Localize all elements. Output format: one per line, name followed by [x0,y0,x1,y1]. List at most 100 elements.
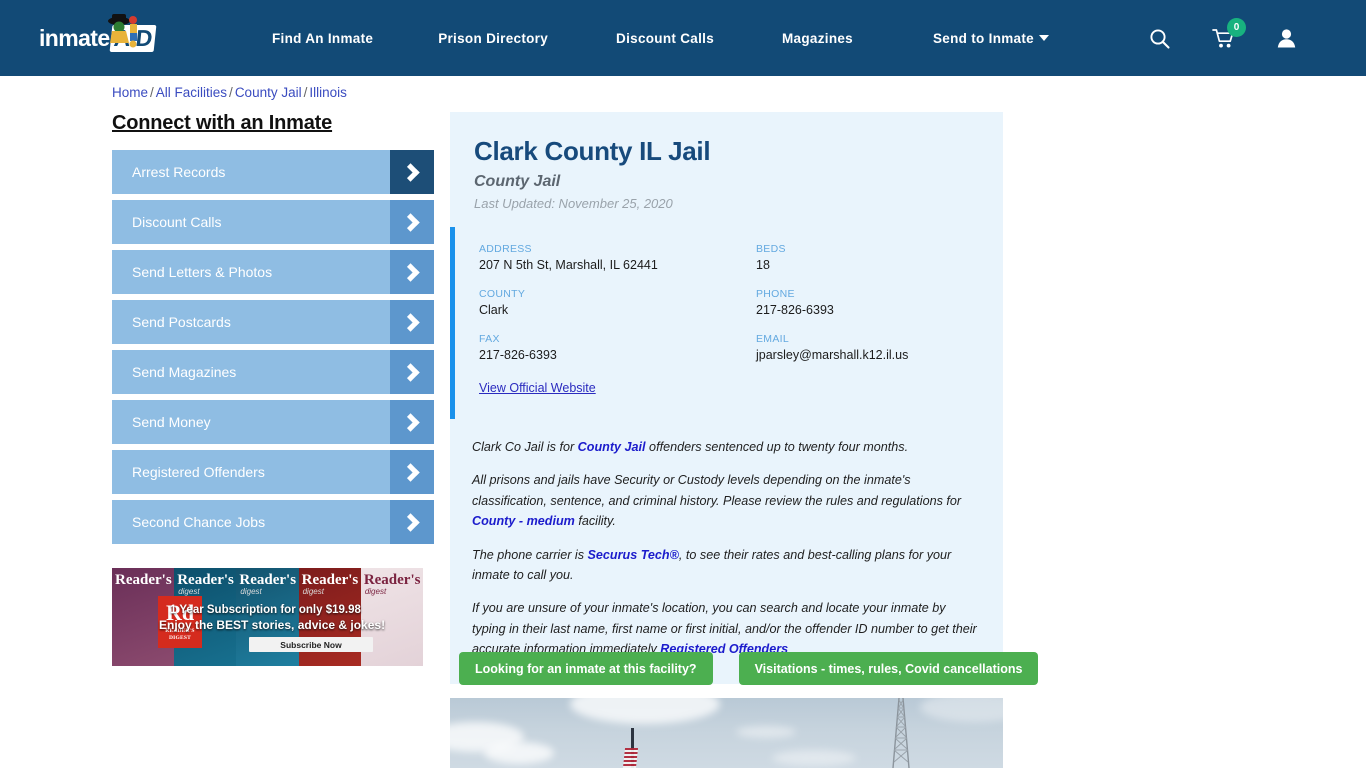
field-value: Clark [479,303,509,317]
description-paragraph-4: If you are unsure of your inmate's locat… [472,598,977,659]
sidebar-item-arrest-records[interactable]: Arrest Records [112,150,434,194]
desc-p1-text-b: offenders sentenced up to twenty four mo… [645,440,909,454]
facility-exterior-photo [450,698,1003,768]
facility-description: Clark Co Jail is for County Jail offende… [450,419,1003,684]
breadcrumb-item-home[interactable]: Home [112,85,148,100]
ad-brand-sub: digest [364,587,387,596]
facility-field-county: COUNTY Clark [479,288,756,317]
facility-type: County Jail [474,173,561,190]
desc-p1-text-a: Clark Co Jail is for [472,440,578,454]
chevron-right-icon [390,500,434,544]
main-nav: Find An Inmate Prison Directory Discount… [204,0,1149,76]
field-value: 18 [756,258,770,272]
field-label: ADDRESS [479,243,532,255]
site-header: inmateAID Find An Inmate Prison Director… [0,0,1366,76]
field-value: jparsley@marshall.k12.il.us [756,348,909,362]
chevron-right-icon [390,450,434,494]
sidebar-item-label: Registered Offenders [132,464,265,480]
facility-info-block: ADDRESS 207 N 5th St, Marshall, IL 62441… [450,227,1003,419]
desc-p3-text-a: The phone carrier is [472,547,588,562]
page-title: Clark County IL Jail [474,136,711,166]
facility-card: Clark County IL Jail County Jail Last Up… [450,112,1003,684]
desc-p2-text-a: All prisons and jails have Security or C… [472,473,962,508]
sidebar-item-label: Send Postcards [132,314,231,330]
facility-last-updated: Last Updated: November 25, 2020 [474,196,673,211]
breadcrumb: Home / All Facilities / County Jail / Illinois [112,85,347,100]
breadcrumb-separator: / [229,85,233,100]
sidebar-item-registered-offenders[interactable]: Registered Offenders [112,450,434,494]
sidebar-advertisement-readers-digest[interactable]: Reader's Reader's digest Reader's digest… [112,568,423,666]
field-value: 207 N 5th St, Marshall, IL 62441 [479,258,658,272]
nav-item-send-to-inmate-label: Send to Inmate [933,30,1034,46]
facility-action-buttons: Looking for an inmate at this facility? … [459,652,1039,685]
nav-item-magazines[interactable]: Magazines [782,31,853,46]
sidebar-item-label: Send Letters & Photos [132,264,273,280]
breadcrumb-item-illinois[interactable]: Illinois [309,85,347,100]
desc-p3-link-securus-tech[interactable]: Securus Tech® [588,548,679,562]
nav-item-discount-calls[interactable]: Discount Calls [616,31,714,46]
nav-item-find-an-inmate[interactable]: Find An Inmate [272,31,373,46]
facility-field-fax: FAX 217-826-6393 [479,333,756,362]
visitations-button[interactable]: Visitations - times, rules, Covid cancel… [738,652,1039,685]
sidebar-item-discount-calls[interactable]: Discount Calls [112,200,434,244]
facility-field-email: EMAIL jparsley@marshall.k12.il.us [756,333,1003,362]
breadcrumb-item-all-facilities[interactable]: All Facilities [156,85,227,100]
description-paragraph-2: All prisons and jails have Security or C… [472,470,977,531]
mascot-icon [99,12,145,52]
field-label: BEDS [756,243,786,255]
ad-headline: 1 Year Subscription for only $19.98 [170,604,361,616]
sidebar-item-label: Second Chance Jobs [132,514,266,530]
field-label: EMAIL [756,333,790,345]
sidebar-item-second-chance-jobs[interactable]: Second Chance Jobs [112,500,434,544]
ad-brand-sub: digest [302,587,324,596]
site-logo[interactable]: inmateAID [4,14,204,58]
radio-tower-icon [888,698,914,768]
chevron-right-icon [390,250,434,294]
desc-p2-link-county-medium[interactable]: County - medium [472,514,575,528]
facility-info-grid: ADDRESS 207 N 5th St, Marshall, IL 62441… [479,243,1003,362]
chevron-right-icon [390,400,434,444]
sidebar-item-send-money[interactable]: Send Money [112,400,434,444]
chevron-down-icon [1038,34,1049,41]
chevron-right-icon [390,150,434,194]
chevron-right-icon [390,200,434,244]
cart-count-badge: 0 [1227,17,1246,37]
ad-subscribe-button[interactable]: Subscribe Now [249,637,373,652]
sidebar-item-label: Arrest Records [132,164,226,180]
field-value: 217-826-6393 [479,348,557,362]
search-icon[interactable] [1149,28,1170,49]
desc-p1-link-county-jail[interactable]: County Jail [578,440,646,454]
user-account-icon[interactable] [1277,28,1296,48]
facility-field-beds: BEDS 18 [756,243,1003,272]
sidebar-title: Connect with an Inmate [112,112,333,134]
sidebar: Connect with an Inmate Arrest Records Di… [112,112,434,550]
facility-header: Clark County IL Jail County Jail Last Up… [450,112,1003,227]
header-icon-group: 0 [1149,17,1296,49]
chevron-right-icon [390,300,434,344]
sidebar-item-label: Send Money [132,414,211,430]
view-official-website-link[interactable]: View Official Website [479,381,596,395]
ad-brand: Reader's [115,572,172,588]
sidebar-item-send-magazines[interactable]: Send Magazines [112,350,434,394]
cart-icon[interactable]: 0 [1212,17,1246,49]
desc-p2-text-b: facility. [574,514,616,529]
field-label: COUNTY [479,288,526,300]
sidebar-item-send-letters-photos[interactable]: Send Letters & Photos [112,250,434,294]
breadcrumb-item-county-jail[interactable]: County Jail [235,85,302,100]
nav-item-prison-directory[interactable]: Prison Directory [438,31,548,46]
nav-item-send-to-inmate[interactable]: Send to Inmate [933,31,1049,46]
field-label: FAX [479,333,500,345]
ad-brand-sub: digest [178,587,200,596]
inmate-search-button[interactable]: Looking for an inmate at this facility? [459,652,713,685]
description-paragraph-3: The phone carrier is Securus Tech®, to s… [472,545,977,586]
description-paragraph-1: Clark Co Jail is for County Jail offende… [472,437,977,457]
ad-subheadline: Enjoy the BEST stories, advice & jokes! [159,618,386,632]
facility-field-address: ADDRESS 207 N 5th St, Marshall, IL 62441 [479,243,756,272]
sidebar-item-label: Send Magazines [132,364,237,380]
sidebar-item-send-postcards[interactable]: Send Postcards [112,300,434,344]
us-flag-icon [622,748,639,768]
field-label: PHONE [756,288,795,300]
field-value: 217-826-6393 [756,303,834,317]
sidebar-item-label: Discount Calls [132,214,222,230]
ad-brand-sub: digest [240,587,262,596]
